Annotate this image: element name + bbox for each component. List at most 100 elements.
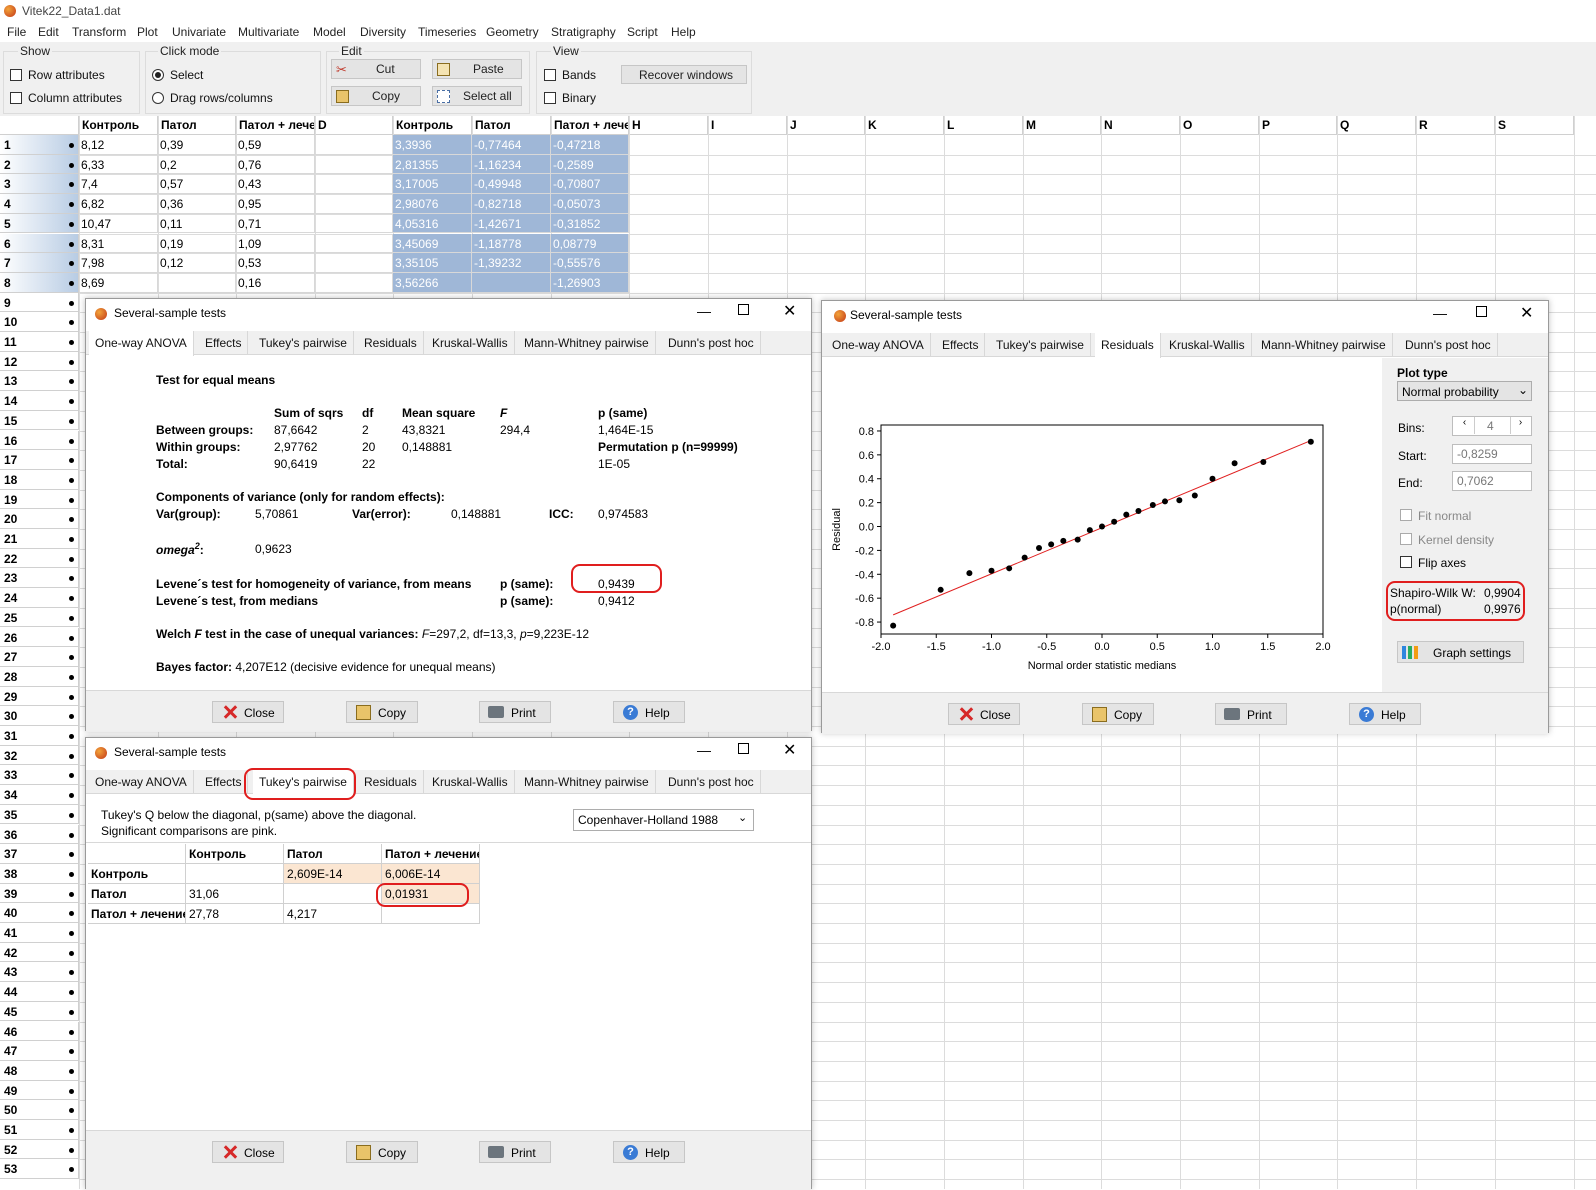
row-header[interactable]: 12 xyxy=(0,351,79,372)
row-header[interactable]: 24 xyxy=(0,588,79,608)
graph-settings-button[interactable]: Graph settings xyxy=(1397,641,1524,663)
sheet-cell[interactable] xyxy=(315,233,393,254)
row-attributes-checkbox[interactable] xyxy=(10,69,22,81)
sheet-cell[interactable]: 0,08779 xyxy=(551,233,629,254)
sheet-cell[interactable]: 3,3936 xyxy=(393,135,472,155)
sheet-cell[interactable]: 1,09 xyxy=(236,233,315,254)
column-header[interactable]: N xyxy=(1101,116,1180,135)
sheet-cell[interactable] xyxy=(315,135,393,155)
row-header[interactable]: 14 xyxy=(0,391,79,411)
paste-button[interactable]: Paste xyxy=(432,59,522,79)
row-header[interactable]: 5 xyxy=(0,213,79,234)
row-header[interactable]: 42 xyxy=(0,942,79,963)
row-header[interactable]: 47 xyxy=(0,1041,79,1061)
sheet-cell[interactable]: 0,71 xyxy=(236,213,315,234)
column-header[interactable]: K xyxy=(865,116,944,135)
tab-kruskal[interactable]: Kruskal-Wallis xyxy=(1163,333,1252,357)
column-header[interactable]: Патол + лече xyxy=(236,116,315,135)
row-header[interactable]: 28 xyxy=(0,666,79,687)
sheet-cell[interactable]: 2,98076 xyxy=(393,194,472,214)
row-header[interactable]: 44 xyxy=(0,982,79,1002)
tab-dunn[interactable]: Dunn's post hoc xyxy=(662,770,761,794)
sheet-cell[interactable] xyxy=(158,272,236,293)
sheet-cell[interactable]: 2,81355 xyxy=(393,154,472,175)
plot-type-select[interactable]: Normal probability ⌄ xyxy=(1397,381,1532,401)
sheet-cell[interactable]: -0,55576 xyxy=(551,253,629,273)
row-header[interactable]: 40 xyxy=(0,903,79,923)
copy-button[interactable]: Copy xyxy=(346,701,418,723)
column-attributes-checkbox[interactable] xyxy=(10,92,22,104)
row-header[interactable]: 9 xyxy=(0,292,79,313)
row-header[interactable]: 32 xyxy=(0,745,79,766)
column-header[interactable]: Патол + лече xyxy=(551,116,629,135)
column-header[interactable]: D xyxy=(315,116,393,135)
row-header[interactable]: 53 xyxy=(0,1159,79,1180)
row-header[interactable]: 13 xyxy=(0,371,79,392)
menu-file[interactable]: File xyxy=(7,25,26,39)
tab-mann-whitney[interactable]: Mann-Whitney pairwise xyxy=(1255,333,1393,357)
sheet-cell[interactable]: 6,33 xyxy=(79,154,158,175)
sheet-cell[interactable]: 0,12 xyxy=(158,253,236,273)
tab-oneway-anova[interactable]: One-way ANOVA xyxy=(826,333,931,357)
tab-kruskal[interactable]: Kruskal-Wallis xyxy=(426,331,515,355)
spin-right-icon[interactable]: › xyxy=(1510,417,1530,434)
minimize-icon[interactable]: — xyxy=(697,742,711,758)
minimize-icon[interactable]: — xyxy=(1433,305,1447,321)
binary-checkbox[interactable] xyxy=(544,92,556,104)
column-header[interactable]: R xyxy=(1416,116,1495,135)
print-button[interactable]: Print xyxy=(479,701,551,723)
column-header[interactable]: Контроль xyxy=(79,116,158,135)
sheet-cell[interactable]: -0,77464 xyxy=(472,135,551,155)
row-header[interactable]: 50 xyxy=(0,1100,79,1120)
row-header[interactable]: 19 xyxy=(0,489,79,510)
copy-button[interactable]: Copy xyxy=(346,1141,418,1163)
row-header[interactable]: 46 xyxy=(0,1021,79,1042)
menu-timeseries[interactable]: Timeseries xyxy=(418,25,476,39)
sheet-cell[interactable] xyxy=(315,272,393,293)
help-button[interactable]: ? Help xyxy=(613,1141,685,1163)
row-header[interactable]: 51 xyxy=(0,1120,79,1140)
row-header[interactable]: 38 xyxy=(0,863,79,884)
row-header[interactable]: 49 xyxy=(0,1080,79,1101)
column-header[interactable]: L xyxy=(944,116,1023,135)
sheet-cell[interactable]: 3,56266 xyxy=(393,272,472,293)
recover-windows-button[interactable]: Recover windows xyxy=(621,65,747,84)
sheet-cell[interactable]: -1,26903 xyxy=(551,272,629,293)
sheet-cell[interactable]: 0,95 xyxy=(236,194,315,214)
column-header[interactable]: Q xyxy=(1337,116,1416,135)
row-header[interactable]: 48 xyxy=(0,1060,79,1081)
sheet-cell[interactable]: 6,82 xyxy=(79,194,158,214)
help-button[interactable]: ? Help xyxy=(613,701,685,723)
sheet-cell[interactable]: 0,57 xyxy=(158,174,236,195)
menu-help[interactable]: Help xyxy=(671,25,696,39)
select-radio[interactable] xyxy=(152,69,164,81)
sheet-cell[interactable]: -0,2589 xyxy=(551,154,629,175)
row-header[interactable]: 52 xyxy=(0,1139,79,1160)
menu-geometry[interactable]: Geometry xyxy=(486,25,539,39)
sheet-cell[interactable]: 0,36 xyxy=(158,194,236,214)
tab-dunn[interactable]: Dunn's post hoc xyxy=(662,331,761,355)
row-header[interactable]: 34 xyxy=(0,785,79,805)
method-select[interactable]: Copenhaver-Holland 1988 ⌄ xyxy=(573,809,754,831)
column-header[interactable]: Патол xyxy=(158,116,236,135)
menu-edit[interactable]: Edit xyxy=(38,25,59,39)
sheet-cell[interactable]: -0,49948 xyxy=(472,174,551,195)
row-header[interactable]: 15 xyxy=(0,410,79,431)
sheet-cell[interactable]: -1,39232 xyxy=(472,253,551,273)
sheet-cell[interactable]: 0,43 xyxy=(236,174,315,195)
column-header[interactable]: P xyxy=(1259,116,1337,135)
sheet-cell[interactable] xyxy=(472,272,551,293)
spin-left-icon[interactable]: ‹ xyxy=(1455,417,1475,434)
sheet-cell[interactable]: 0,39 xyxy=(158,135,236,155)
menu-plot[interactable]: Plot xyxy=(137,25,158,39)
tab-oneway-anova[interactable]: One-way ANOVA xyxy=(89,331,194,356)
close-button[interactable]: Close xyxy=(212,1141,284,1163)
row-header[interactable]: 26 xyxy=(0,627,79,648)
sheet-cell[interactable]: 3,35105 xyxy=(393,253,472,273)
tab-residuals[interactable]: Residuals xyxy=(358,770,424,794)
row-header[interactable]: 23 xyxy=(0,568,79,589)
column-header[interactable]: O xyxy=(1180,116,1259,135)
column-header[interactable]: Патол xyxy=(472,116,551,135)
close-button[interactable]: Close xyxy=(212,701,284,723)
close-icon[interactable]: ✕ xyxy=(1520,303,1533,323)
